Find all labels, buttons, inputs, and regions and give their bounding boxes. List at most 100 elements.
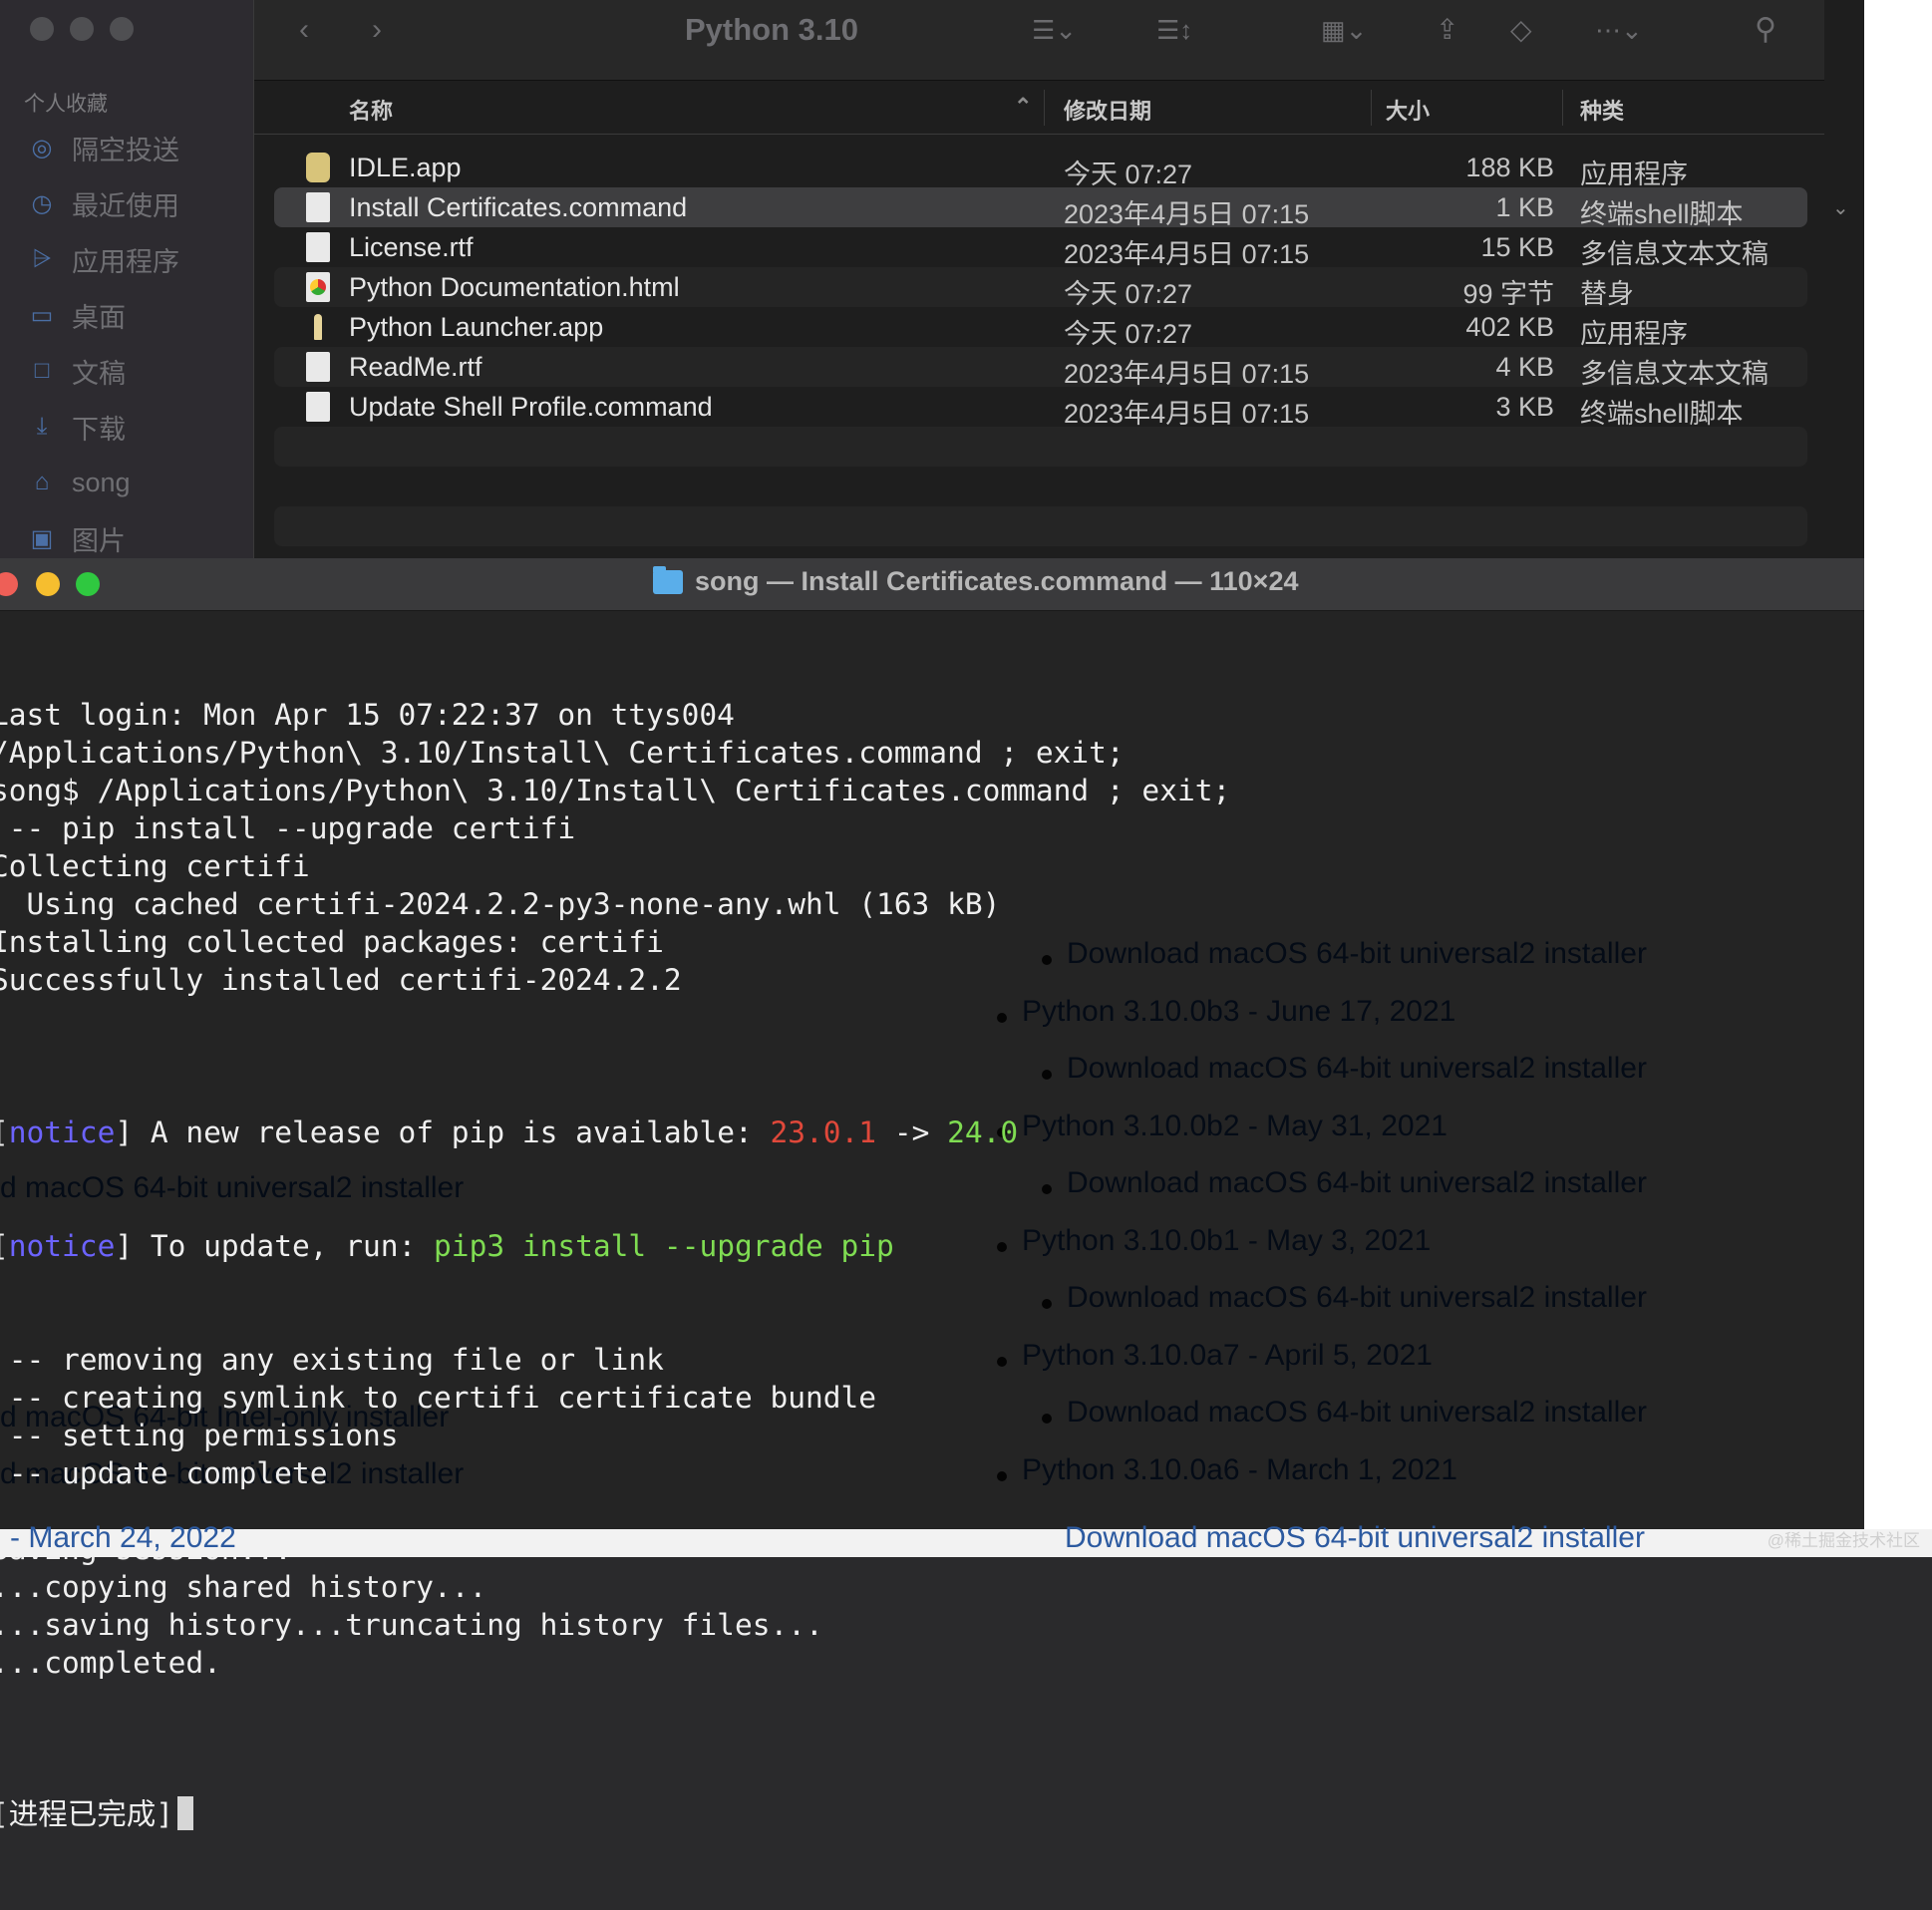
shell-script-icon: [306, 192, 330, 222]
terminal-output[interactable]: Last login: Mon Apr 15 07:22:37 on ttys0…: [0, 620, 1230, 1910]
file-date: 今天 07:27: [1064, 319, 1193, 349]
terminal-minimize-button[interactable]: [36, 572, 60, 596]
file-date: 2023年4月5日 07:15: [1064, 239, 1310, 269]
sidebar-heading-favorites: 个人收藏: [24, 93, 108, 116]
file-row[interactable]: Update Shell Profile.command 2023年4月5日 07…: [274, 387, 1807, 429]
sidebar-item-5[interactable]: ⤓ 下载: [26, 407, 126, 447]
file-size: 402 KB: [1465, 312, 1554, 342]
file-name: IDLE.app: [349, 153, 462, 182]
terminal-line: Installing collected packages: certifi: [0, 925, 664, 960]
rtf-icon: [306, 232, 330, 262]
column-date[interactable]: 修改日期: [1064, 94, 1151, 126]
terminal-titlebar: song — Install Certificates.command — 11…: [0, 558, 1864, 611]
file-name: Python Launcher.app: [349, 312, 604, 342]
column-size[interactable]: 大小: [1386, 94, 1430, 126]
file-row[interactable]: Python Launcher.app 今天 07:27 402 KB 应用程序: [274, 307, 1807, 349]
file-size: 99 字节: [1462, 279, 1554, 309]
applications-icon: ⩥: [32, 245, 52, 272]
terminal-title: song — Install Certificates.command — 11…: [653, 565, 1299, 597]
sidebar-item-4[interactable]: □ 文稿: [26, 351, 126, 391]
empty-row: [274, 427, 1807, 467]
list-view-icon[interactable]: ☰⌄: [1032, 14, 1077, 46]
terminal-window: song — Install Certificates.command — 11…: [0, 558, 1864, 1831]
file-size: 15 KB: [1480, 232, 1554, 262]
terminal-line: song$ /Applications/Python\ 3.10/Install…: [0, 774, 1231, 808]
file-kind: 多信息文本文稿: [1580, 359, 1769, 389]
file-name: Install Certificates.command: [349, 192, 688, 222]
terminal-line: Last login: Mon Apr 15 07:22:37 on ttys0…: [0, 698, 735, 733]
terminal-line: ...saving history...truncating history f…: [0, 1608, 823, 1643]
chevron-down-icon[interactable]: ⌄: [1832, 195, 1849, 220]
sort-icon[interactable]: ☰↕: [1156, 14, 1192, 46]
sidebar-item-6[interactable]: ⌂ song: [26, 463, 131, 502]
close-button[interactable]: [30, 17, 54, 41]
more-actions-icon[interactable]: ⋯⌄: [1595, 14, 1643, 46]
background-page-bottom: - March 24, 2022 Download macOS 64-bit u…: [0, 1521, 1932, 1557]
terminal-line: -- setting permissions: [0, 1418, 399, 1452]
sort-ascending-icon[interactable]: ⌃: [1014, 94, 1032, 120]
finder-window: 个人收藏 ◎ 隔空投送 ◷ 最近使用 ⩥ 应用程序 ▭ 桌面 □ 文稿 ⤓ 下载 ⌂ song ▣ 图片 ‹ …: [0, 0, 1864, 558]
file-row[interactable]: Install Certificates.command 2023年4月5日 07…: [274, 187, 1807, 229]
folder-icon: [653, 565, 683, 594]
sidebar-item-label: song: [72, 467, 131, 497]
file-kind: 应用程序: [1580, 319, 1688, 349]
file-size: 3 KB: [1495, 392, 1554, 422]
minimize-button[interactable]: [70, 17, 94, 41]
file-kind: 替身: [1580, 279, 1634, 309]
file-size: 1 KB: [1495, 192, 1554, 222]
pictures-icon: ▣: [30, 524, 54, 552]
terminal-title-text: song — Install Certificates.command — 11…: [695, 566, 1299, 596]
sidebar-item-label: 图片: [72, 525, 126, 556]
column-kind[interactable]: 种类: [1580, 94, 1624, 126]
rtf-icon: [306, 352, 330, 382]
sidebar-item-1[interactable]: ◷ 最近使用: [26, 183, 179, 223]
sidebar-item-0[interactable]: ◎ 隔空投送: [26, 128, 179, 167]
desktop-icon: ▭: [30, 301, 54, 329]
terminal-line: /Applications/Python\ 3.10/Install\ Cert…: [0, 736, 1125, 771]
sidebar-item-label: 桌面: [72, 302, 126, 333]
file-date: 2023年4月5日 07:15: [1064, 359, 1310, 389]
file-name: ReadMe.rtf: [349, 352, 483, 382]
file-kind: 终端shell脚本: [1580, 399, 1744, 429]
terminal-close-button[interactable]: [0, 572, 18, 596]
sidebar-item-2[interactable]: ⩥ 应用程序: [26, 239, 179, 279]
forward-icon[interactable]: ›: [372, 14, 382, 46]
file-row[interactable]: ReadMe.rtf 2023年4月5日 07:15 4 KB 多信息文本文稿: [274, 347, 1807, 389]
share-icon[interactable]: ⇪: [1436, 14, 1458, 46]
file-date: 2023年4月5日 07:15: [1064, 199, 1310, 229]
column-name[interactable]: 名称: [349, 94, 393, 126]
file-row[interactable]: IDLE.app 今天 07:27 188 KB 应用程序: [274, 148, 1807, 189]
group-icon[interactable]: ▦⌄: [1321, 14, 1367, 46]
sidebar-item-label: 应用程序: [72, 246, 179, 277]
empty-row: [274, 467, 1807, 506]
file-name: Update Shell Profile.command: [349, 392, 713, 422]
sidebar-item-label: 最近使用: [72, 190, 179, 221]
zoom-button[interactable]: [110, 17, 134, 41]
file-kind: 多信息文本文稿: [1580, 239, 1769, 269]
airdrop-icon: ◎: [31, 134, 53, 161]
window-title: Python 3.10: [685, 12, 858, 47]
terminal-line: ...copying shared history...: [0, 1570, 487, 1605]
file-size: 4 KB: [1495, 352, 1554, 382]
terminal-line: Successfully installed certifi-2024.2.2: [0, 963, 682, 998]
file-row[interactable]: Python Documentation.html 今天 07:27 99 字节 替身: [274, 267, 1807, 309]
terminal-line: Collecting certifi: [0, 849, 310, 884]
process-completed-text: [进程已完成]: [0, 1797, 174, 1832]
sidebar-item-3[interactable]: ▭ 桌面: [26, 295, 126, 335]
file-row[interactable]: License.rtf 2023年4月5日 07:15 15 KB 多信息文本文稿: [274, 227, 1807, 269]
file-size: 188 KB: [1465, 153, 1554, 182]
watermark: @稀土掘金技术社区: [1767, 1531, 1920, 1550]
tag-icon[interactable]: ◇: [1510, 14, 1532, 46]
app-icon: [306, 153, 330, 182]
terminal-line: ...completed.: [0, 1646, 221, 1681]
search-icon[interactable]: ⚲: [1755, 14, 1776, 46]
sidebar-item-7[interactable]: ▣ 图片: [26, 518, 126, 558]
terminal-zoom-button[interactable]: [76, 572, 100, 596]
bg-fragment-download: Download macOS 64-bit universal2 install…: [1065, 1521, 1645, 1554]
terminal-cursor: [177, 1796, 194, 1831]
terminal-line: Using cached certifi-2024.2.2-py3-none-a…: [0, 887, 1001, 922]
home-icon: ⌂: [34, 469, 50, 495]
empty-row: [274, 506, 1807, 546]
back-icon[interactable]: ‹: [299, 14, 309, 46]
bg-fragment-date: - March 24, 2022: [10, 1521, 236, 1554]
